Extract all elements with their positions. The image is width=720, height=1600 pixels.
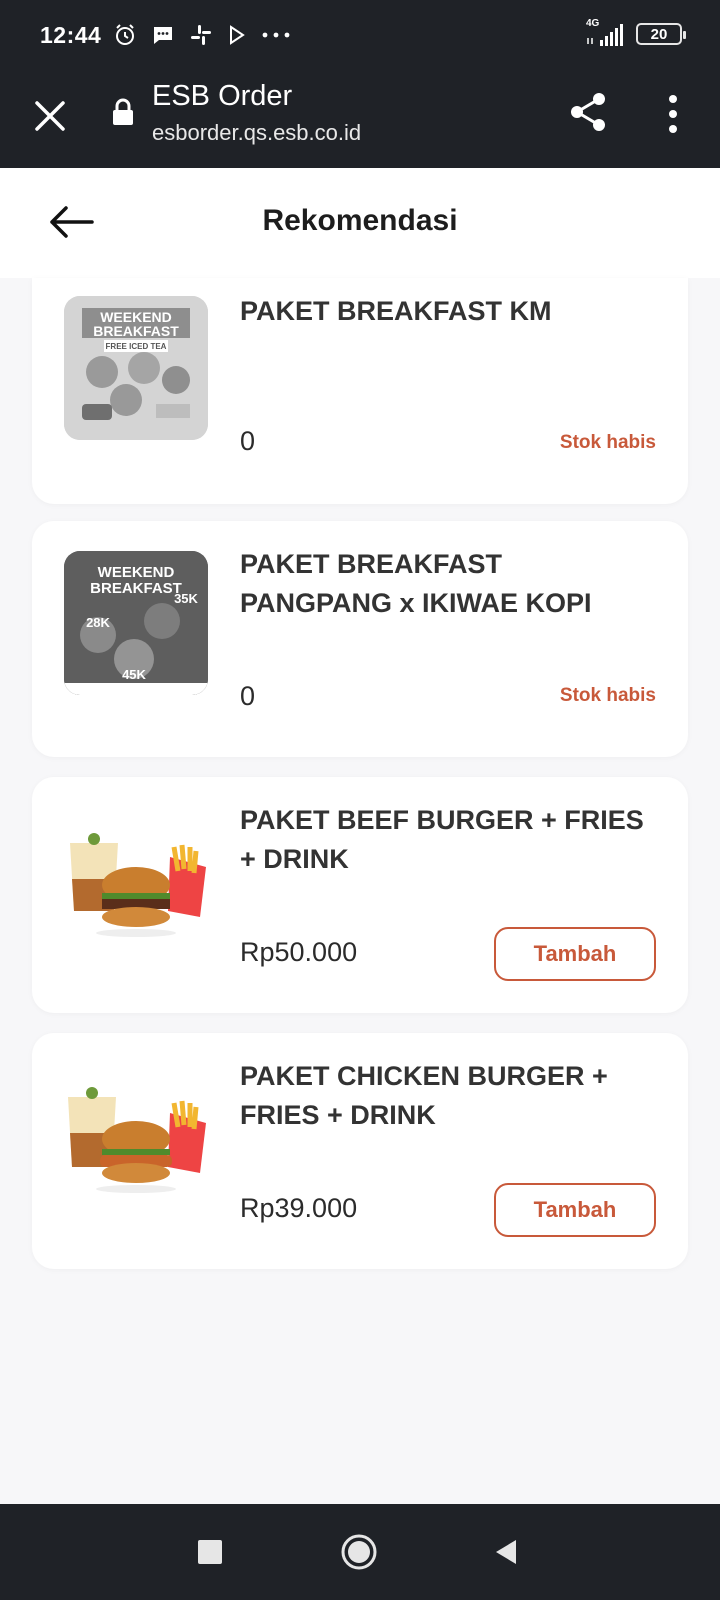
product-image: WEEKEND BREAKFAST 28K 35K 45K [64,551,208,695]
add-button[interactable]: Tambah [494,927,656,981]
product-card[interactable]: PAKET BEEF BURGER + FRIES + DRINK Rp50.0… [32,777,688,1013]
product-name: PAKET BREAKFAST PANGPANG x IKIWAE KOPI [240,549,592,618]
back-triangle-icon[interactable] [494,1538,518,1566]
product-name: PAKET BREAKFAST KM [240,296,552,326]
product-image [64,807,208,951]
product-image [64,1063,208,1207]
thumb-text-1: WEEKEND [98,564,175,581]
recents-icon[interactable] [198,1540,222,1564]
out-of-stock-label: Stok habis [559,685,656,706]
custom-tab-toolbar: ESB Order esborder.qs.esb.co.id [0,70,720,168]
product-name: PAKET BEEF BURGER + FRIES + DRINK [240,805,644,874]
thumb-text-2: BREAKFAST [90,580,182,597]
product-name: PAKET CHICKEN BURGER + FRIES + DRINK [240,1061,608,1130]
product-card[interactable]: PAKET CHICKEN BURGER + FRIES + DRINK Rp3… [32,1033,688,1269]
slack-icon [191,25,212,45]
product-price: Rp39.000 [240,1193,358,1223]
thumb-text-2: BREAKFAST [93,323,179,339]
product-card[interactable]: WEEKEND BREAKFAST FREE ICED TEA PAKET BR… [32,278,688,504]
thumb-price-2: 35K [174,591,198,606]
product-card[interactable]: WEEKEND BREAKFAST 28K 35K 45K PAKET BREA… [32,521,688,757]
status-bar: 12:44 4G 20 [0,0,720,70]
thumb-price-1: 28K [86,615,110,630]
product-image: WEEKEND BREAKFAST FREE ICED TEA [64,296,208,440]
status-time: 12:44 [40,21,102,48]
system-indicators: 4G 20 [586,18,686,48]
lock-icon [113,98,133,125]
page-title: Rekomendasi [262,204,458,237]
close-icon[interactable] [30,96,70,136]
battery-icon: 20 [636,23,686,45]
play-store-icon [230,25,246,45]
page-header: Rekomendasi [0,168,720,278]
thumb-price-3: 45K [122,667,146,682]
system-navigation-bar [0,1504,720,1600]
share-icon[interactable] [568,90,608,134]
battery-level: 20 [650,25,668,43]
product-price: 0 [240,426,256,456]
more-vert-icon[interactable] [658,92,688,136]
out-of-stock-label: Stok habis [559,432,656,453]
product-price: 0 [240,681,256,711]
notification-icons [113,23,291,47]
message-icon [154,27,173,44]
product-price: Rp50.000 [240,937,358,967]
more-dots-icon [262,32,290,38]
add-button[interactable]: Tambah [494,1183,656,1237]
home-icon[interactable] [341,1534,377,1570]
signal-icon: 4G [586,18,626,48]
site-url: esborder.qs.esb.co.id [152,120,362,145]
site-title: ESB Order [152,80,293,112]
thumb-text-3: FREE ICED TEA [106,342,167,351]
alarm-icon [116,24,135,45]
